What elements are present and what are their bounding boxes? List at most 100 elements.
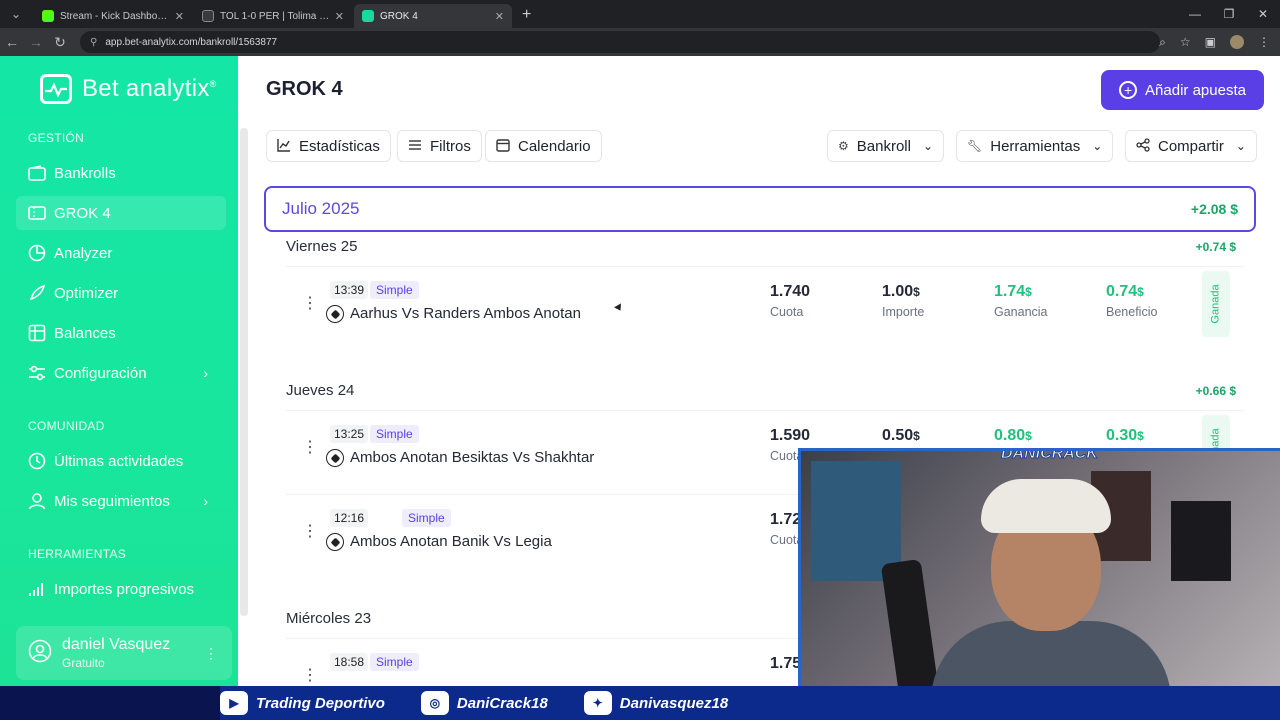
sidebar-item-ultimas-actividades[interactable]: Últimas actividades <box>16 444 226 478</box>
user-card[interactable]: daniel Vasquez Gratuito ⋮ <box>16 626 232 680</box>
month-header[interactable]: Julio 2025 +2.08 $ <box>264 186 1256 232</box>
bet-event: Aarhus Vs Randers Ambos Anotan <box>350 305 581 322</box>
sidebar-scrollbar[interactable] <box>238 56 250 720</box>
tab-label: TOL 1-0 PER | Tolima - Pereira | <box>220 10 331 22</box>
sidebar-item-analyzer[interactable]: Analyzer <box>16 236 226 270</box>
day-heading: Miércoles 23 <box>286 610 372 627</box>
importe-label: Importe <box>882 305 925 319</box>
bookmark-star-icon[interactable]: ☆ <box>1180 35 1191 49</box>
sidebar-item-grok4[interactable]: GROK 4 <box>16 196 226 230</box>
bet-type-badge: Simple <box>370 653 419 671</box>
bet-menu-icon[interactable]: ⋮ <box>302 521 318 541</box>
social-instagram: ◎ DaniCrack18 <box>420 691 548 715</box>
add-bet-button[interactable]: + Añadir apuesta <box>1101 70 1264 110</box>
calendario-label: Calendario <box>518 137 591 155</box>
tab-search-icon[interactable]: ⌄ <box>4 3 28 25</box>
sidebar-item-label: Importes progresivos <box>54 580 195 598</box>
wallet-icon <box>28 164 46 182</box>
back-icon[interactable]: ← <box>0 34 24 50</box>
compartir-label: Compartir <box>1158 137 1224 155</box>
currency-symbol: $ <box>913 285 920 299</box>
beneficio-value: 0.30 <box>1106 427 1138 444</box>
url-text: app.bet-analytix.com/bankroll/1563877 <box>105 36 278 48</box>
close-tab-icon[interactable]: ✕ <box>335 10 344 23</box>
browser-tab-kick[interactable]: Stream - Kick Dashboard ✕ <box>34 4 192 28</box>
chevron-down-icon: ⌄ <box>1092 139 1103 153</box>
close-tab-icon[interactable]: ✕ <box>495 10 504 23</box>
close-tab-icon[interactable]: ✕ <box>175 10 184 23</box>
sidebar-item-label: Últimas actividades <box>54 452 184 470</box>
importe-value: 1.00 <box>882 283 914 300</box>
bet-time: 13:25 <box>330 425 369 443</box>
bars-icon <box>28 580 46 598</box>
tab-label: Stream - Kick Dashboard <box>60 10 171 22</box>
sidebar-item-configuracion[interactable]: Configuración › <box>16 356 226 390</box>
bet-menu-icon[interactable]: ⋮ <box>302 437 318 457</box>
restore-icon[interactable]: ❐ <box>1212 7 1246 21</box>
filtros-button[interactable]: Filtros <box>397 130 482 162</box>
add-bet-label: Añadir apuesta <box>1145 81 1246 99</box>
beneficio-label: Beneficio <box>1106 305 1158 319</box>
browser-tab-grok[interactable]: GROK 4 ✕ <box>354 4 512 28</box>
estadisticas-label: Estadísticas <box>299 137 380 155</box>
browser-menu-icon[interactable]: ⋮ <box>1258 35 1270 49</box>
bet-row[interactable]: ⋮ 13:39 Simple Aarhus Vs Randers Ambos A… <box>286 266 1244 348</box>
sidebar: Bet analytix® GESTIÓN Bankrolls GROK 4 A… <box>0 56 238 720</box>
sidebar-item-label: Analyzer <box>54 244 113 262</box>
calendar-icon <box>496 138 510 155</box>
estadisticas-button[interactable]: Estadísticas <box>266 130 391 162</box>
extensions-icon[interactable]: ▣ <box>1205 35 1216 49</box>
compartir-dropdown[interactable]: Compartir ⌄ <box>1125 130 1257 162</box>
sidebar-item-importes-progresivos[interactable]: Importes progresivos <box>16 572 226 606</box>
social-label: Trading Deportivo <box>256 694 385 712</box>
page-title: GROK 4 <box>266 78 343 100</box>
gear-icon: ⚙ <box>838 139 849 153</box>
ticket-icon <box>28 204 46 222</box>
chevron-down-icon: ⌄ <box>922 139 934 153</box>
close-window-icon[interactable]: ✕ <box>1246 7 1280 21</box>
day-total: +0.66 $ <box>1195 384 1236 398</box>
currency-symbol: $ <box>913 429 920 443</box>
currency-symbol: $ <box>1137 285 1144 299</box>
line-chart-icon <box>277 138 291 155</box>
sidebar-item-optimizer[interactable]: Optimizer <box>16 276 226 310</box>
bet-event: Ambos Anotan Banik Vs Legia <box>350 533 552 550</box>
sidebar-item-mis-seguimientos[interactable]: Mis seguimientos › <box>16 484 226 518</box>
social-label: Danivasquez18 <box>619 694 729 712</box>
bet-time: 13:39 <box>330 281 369 299</box>
kick-favicon-icon <box>42 10 54 22</box>
youtube-icon: ▶ <box>220 691 248 715</box>
bet-menu-icon[interactable]: ⋮ <box>302 665 318 685</box>
social-label: DaniCrack18 <box>456 694 548 712</box>
day-heading: Viernes 25 <box>286 238 358 255</box>
bankroll-dropdown[interactable]: ⚙ Bankroll ⌄ <box>827 130 945 162</box>
logo[interactable]: Bet analytix® <box>40 74 217 104</box>
zoom-icon[interactable]: ⌕ <box>1159 35 1166 50</box>
calendario-button[interactable]: Calendario <box>485 130 602 162</box>
minimize-icon[interactable]: — <box>1178 7 1212 21</box>
profile-avatar[interactable] <box>1230 35 1244 49</box>
address-bar[interactable]: ⚲ app.bet-analytix.com/bankroll/1563877 <box>80 31 1160 53</box>
sidebar-item-balances[interactable]: Balances <box>16 316 226 350</box>
herramientas-dropdown[interactable]: 🔧︎ Herramientas ⌄ <box>956 130 1114 162</box>
forward-icon[interactable]: → <box>24 34 48 50</box>
importe-value: 0.50 <box>882 427 914 444</box>
bet-time: 12:16 <box>330 509 369 527</box>
browser-tab-match[interactable]: TOL 1-0 PER | Tolima - Pereira | ✕ <box>194 4 352 28</box>
webcam-overlay: DANICRACK <box>798 448 1280 710</box>
site-info-icon[interactable]: ⚲ <box>90 37 97 48</box>
pie-chart-icon <box>28 244 46 262</box>
bankroll-label: Bankroll <box>856 137 911 155</box>
reload-icon[interactable]: ↻ <box>48 34 72 51</box>
sliders-icon <box>28 364 46 382</box>
month-total: +2.08 $ <box>1190 201 1238 217</box>
streamer-cap <box>981 479 1111 533</box>
sidebar-item-bankrolls[interactable]: Bankrolls <box>16 156 226 190</box>
bet-menu-icon[interactable]: ⋮ <box>302 293 318 313</box>
status-badge: Ganada <box>1202 271 1230 337</box>
tab-label: GROK 4 <box>380 10 418 22</box>
new-tab-icon[interactable]: + <box>522 6 531 24</box>
social-bar: ▶ Trading Deportivo ◎ DaniCrack18 ✦ Dani… <box>0 686 1280 720</box>
user-menu-icon[interactable]: ⋮ <box>204 645 218 662</box>
beneficio-stat: 0.74$ Beneficio <box>1106 283 1157 319</box>
